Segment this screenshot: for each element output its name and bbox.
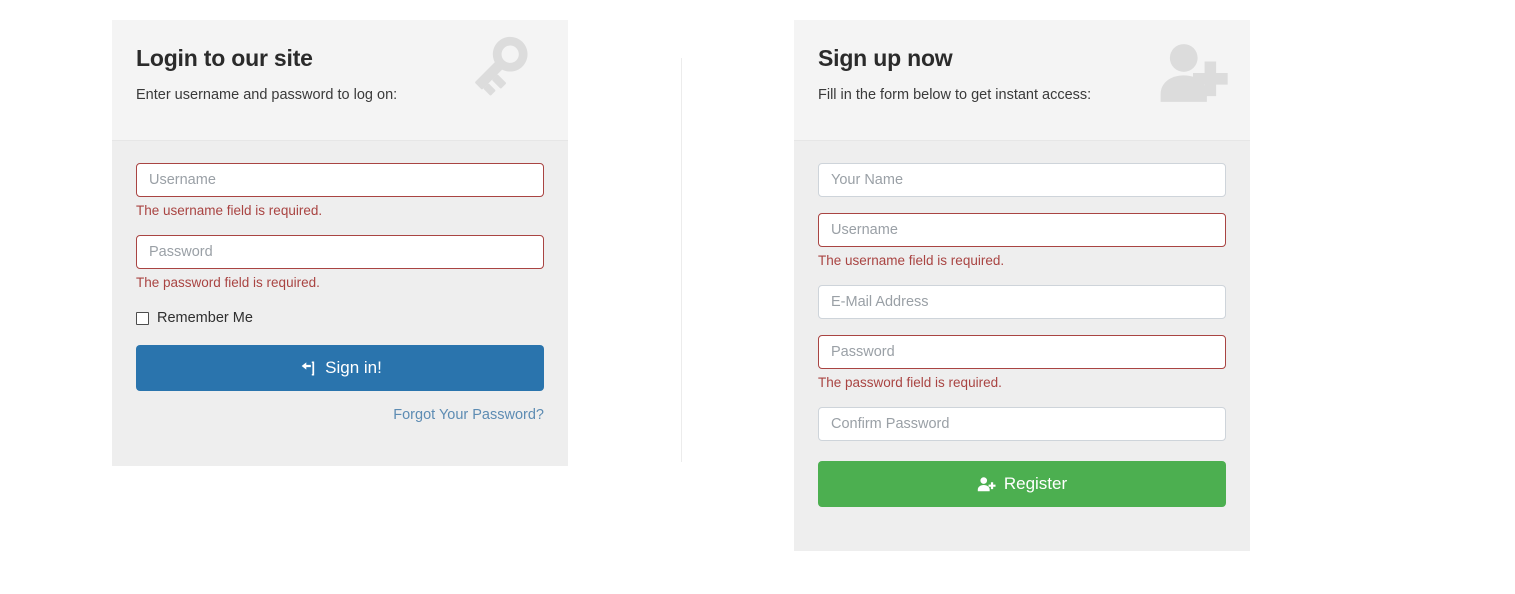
login-card: Login to our site Enter username and pas… xyxy=(112,20,568,466)
login-card-body: The username field is required. The pass… xyxy=(112,141,568,424)
key-icon xyxy=(474,36,548,110)
user-plus-icon xyxy=(977,475,996,494)
username-input[interactable] xyxy=(136,163,544,197)
register-button[interactable]: Register xyxy=(818,461,1226,507)
password-input[interactable] xyxy=(818,335,1226,369)
your-name-input[interactable] xyxy=(818,163,1226,197)
forgot-password-link[interactable]: Forgot Your Password? xyxy=(393,406,544,424)
login-card-header: Login to our site Enter username and pas… xyxy=(112,20,568,141)
signup-card: Sign up now Fill in the form below to ge… xyxy=(794,20,1250,551)
username-error: The username field is required. xyxy=(818,253,1005,268)
password-input[interactable] xyxy=(136,235,544,269)
password-error: The password field is required. xyxy=(818,375,1002,390)
field-spacer xyxy=(818,391,1226,407)
field-spacer xyxy=(818,197,1226,213)
forgot-password-row: Forgot Your Password? xyxy=(136,406,544,424)
sign-in-button[interactable]: Sign in! xyxy=(136,345,544,391)
field-spacer xyxy=(818,269,1226,285)
register-button-label: Register xyxy=(1003,474,1068,493)
user-plus-icon xyxy=(1156,36,1230,110)
sign-in-button-label: Sign in! xyxy=(325,358,382,377)
vertical-divider xyxy=(681,58,682,462)
remember-me-label: Remember Me xyxy=(157,310,253,326)
signup-card-header: Sign up now Fill in the form below to ge… xyxy=(794,20,1250,141)
field-spacer xyxy=(818,319,1226,335)
remember-me-checkbox[interactable] xyxy=(136,311,149,325)
remember-me-row[interactable]: Remember Me xyxy=(136,309,544,327)
email-input[interactable] xyxy=(818,285,1226,319)
password-error: The password field is required. xyxy=(136,275,320,290)
username-input[interactable] xyxy=(818,213,1226,247)
signup-card-body: The username field is required. The pass… xyxy=(794,141,1250,507)
confirm-password-input[interactable] xyxy=(818,407,1226,441)
username-error: The username field is required. xyxy=(136,203,323,218)
sign-in-icon xyxy=(298,359,317,378)
field-spacer xyxy=(136,219,544,235)
